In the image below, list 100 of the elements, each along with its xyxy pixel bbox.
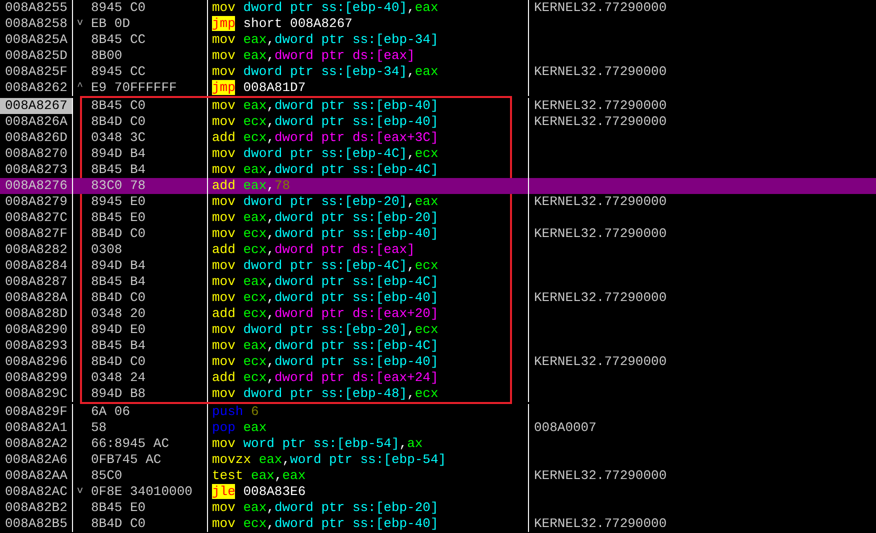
- address-cell: 008A8293: [0, 338, 73, 354]
- opcode-bytes: 8B45 C0: [91, 98, 146, 114]
- disassembly-row[interactable]: 008A82B5 8B4D C0 mov ecx,dword ptr ss:[ebp-40] KERNEL32.77290000: [0, 516, 876, 532]
- disassembly-row[interactable]: 008A82A1 58 pop eax 008A0007: [0, 420, 876, 436]
- disassembly-row[interactable]: 008A8293 8B45 B4 mov eax,dword ptr ss:[ebp-4C]: [0, 338, 876, 354]
- instruction-text: add ecx,dword ptr ds:[eax+3C]: [212, 130, 438, 145]
- instruction-text: test eax,eax: [212, 468, 306, 483]
- opcode-bytes: 8B4D C0: [91, 354, 146, 370]
- opcode-bytes: 85C0: [91, 468, 122, 484]
- address-cell: 008A8258: [0, 16, 73, 32]
- disassembly-row[interactable]: 008A825D 8B00 mov eax,dword ptr ds:[eax]: [0, 48, 876, 64]
- disassembly-row[interactable]: 008A82A6 0FB745 AC movzx eax,word ptr ss:[ebp-54]: [0, 452, 876, 468]
- disassembly-row[interactable]: 008A828D 0348 20 add ecx,dword ptr ds:[eax+20]: [0, 306, 876, 322]
- instruction-text: mov dword ptr ss:[ebp-20],ecx: [212, 322, 438, 337]
- address-cell: 008A827F: [0, 226, 73, 242]
- address-cell: 008A829C: [0, 386, 73, 402]
- opcode-bytes: 894D B8: [91, 386, 146, 402]
- comment-text: KERNEL32.77290000: [534, 98, 667, 113]
- opcode-bytes: 6A 06: [91, 404, 130, 420]
- instruction-text: jmp short 008A8267: [212, 16, 352, 31]
- opcode-bytes: 66:8945 AC: [91, 436, 170, 452]
- opcode-bytes: 83C0 78: [91, 178, 146, 194]
- address-cell: 008A825A: [0, 32, 73, 48]
- disassembly-row[interactable]: 008A8279 8945 E0 mov dword ptr ss:[ebp-20],eax KERNEL32.77290000: [0, 194, 876, 210]
- instruction-text: mov dword ptr ss:[ebp-20],eax: [212, 194, 438, 209]
- instruction-text: mov ecx,dword ptr ss:[ebp-40]: [212, 290, 438, 305]
- comment-text: KERNEL32.77290000: [534, 226, 667, 241]
- instruction-text: add ecx,dword ptr ds:[eax+24]: [212, 370, 438, 385]
- instruction-text: mov dword ptr ss:[ebp-48],ecx: [212, 386, 438, 401]
- address-cell: 008A825D: [0, 48, 73, 64]
- disassembly-row[interactable]: 008A8290 894D E0 mov dword ptr ss:[ebp-20],ecx: [0, 322, 876, 338]
- disassembly-row[interactable]: 008A82A2 66:8945 AC mov word ptr ss:[ebp-54],ax: [0, 436, 876, 452]
- instruction-text: jmp 008A81D7: [212, 80, 306, 95]
- address-cell: 008A8276: [0, 178, 73, 194]
- disassembly-row[interactable]: 008A82B2 8B45 E0 mov eax,dword ptr ss:[ebp-20]: [0, 500, 876, 516]
- instruction-text: mov dword ptr ss:[ebp-4C],ecx: [212, 258, 438, 273]
- opcode-bytes: EB 0D: [91, 16, 130, 32]
- disassembly-row[interactable]: 008A826D 0348 3C add ecx,dword ptr ds:[eax+3C]: [0, 130, 876, 146]
- disassembly-row[interactable]: 008A829C 894D B8 mov dword ptr ss:[ebp-48],ecx: [0, 386, 876, 402]
- disassembly-row[interactable]: 008A8258 v EB 0D jmp short 008A8267: [0, 16, 876, 32]
- disassembly-row[interactable]: 008A8284 894D B4 mov dword ptr ss:[ebp-4C],ecx: [0, 258, 876, 274]
- opcode-bytes: 8B45 B4: [91, 274, 146, 290]
- address-cell: 008A826A: [0, 114, 73, 130]
- disassembly-row[interactable]: 008A8270 894D B4 mov dword ptr ss:[ebp-4C],ecx: [0, 146, 876, 162]
- opcode-bytes: 0308: [91, 242, 122, 258]
- branch-mark: ^: [77, 82, 84, 93]
- comment-text: KERNEL32.77290000: [534, 354, 667, 369]
- disassembly-row[interactable]: 008A8282 0308 add ecx,dword ptr ds:[eax]: [0, 242, 876, 258]
- address-cell: 008A8279: [0, 194, 73, 210]
- instruction-text: mov ecx,dword ptr ss:[ebp-40]: [212, 354, 438, 369]
- instruction-text: mov ecx,dword ptr ss:[ebp-40]: [212, 114, 438, 129]
- comment-text: KERNEL32.77290000: [534, 64, 667, 79]
- disassembly-row[interactable]: 008A8267 8B45 C0 mov eax,dword ptr ss:[ebp-40] KERNEL32.77290000: [0, 98, 876, 114]
- disassembly-row[interactable]: 008A826A 8B4D C0 mov ecx,dword ptr ss:[ebp-40] KERNEL32.77290000: [0, 114, 876, 130]
- disassembly-row[interactable]: 008A828A 8B4D C0 mov ecx,dword ptr ss:[ebp-40] KERNEL32.77290000: [0, 290, 876, 306]
- instruction-text: mov dword ptr ss:[ebp-34],eax: [212, 64, 438, 79]
- disassembly-row[interactable]: 008A8296 8B4D C0 mov ecx,dword ptr ss:[ebp-40] KERNEL32.77290000: [0, 354, 876, 370]
- instruction-text: mov eax,dword ptr ss:[ebp-20]: [212, 500, 438, 515]
- instruction-text: mov eax,dword ptr ss:[ebp-4C]: [212, 162, 438, 177]
- opcode-bytes: 8B45 CC: [91, 32, 146, 48]
- comment-text: KERNEL32.77290000: [534, 468, 667, 483]
- address-cell: 008A8282: [0, 242, 73, 258]
- instruction-text: mov eax,dword ptr ss:[ebp-34]: [212, 32, 438, 47]
- disassembly-row[interactable]: 008A8299 0348 24 add ecx,dword ptr ds:[eax+24]: [0, 370, 876, 386]
- opcode-bytes: 58: [91, 420, 107, 436]
- address-cell: 008A8287: [0, 274, 73, 290]
- instruction-text: push 6: [212, 404, 259, 419]
- opcode-bytes: 894D E0: [91, 322, 146, 338]
- opcode-bytes: 8B45 B4: [91, 162, 146, 178]
- disassembly-row[interactable]: 008A829F 6A 06 push 6: [0, 404, 876, 420]
- instruction-text: pop eax: [212, 420, 267, 435]
- comment-text: KERNEL32.77290000: [534, 194, 667, 209]
- instruction-text: mov dword ptr ss:[ebp-4C],ecx: [212, 146, 438, 161]
- address-cell: 008A82A6: [0, 452, 73, 468]
- instruction-text: movzx eax,word ptr ss:[ebp-54]: [212, 452, 446, 467]
- disassembly-row[interactable]: 008A82AC v 0F8E 34010000 jle 008A83E6: [0, 484, 876, 500]
- comment-text: KERNEL32.77290000: [534, 0, 667, 15]
- address-cell: 008A82B2: [0, 500, 73, 516]
- instruction-text: mov word ptr ss:[ebp-54],ax: [212, 436, 423, 451]
- opcode-bytes: 8B4D C0: [91, 516, 146, 532]
- opcode-bytes: 894D B4: [91, 258, 146, 274]
- opcode-bytes: 8B45 E0: [91, 210, 146, 226]
- instruction-text: mov eax,dword ptr ss:[ebp-4C]: [212, 338, 438, 353]
- opcode-bytes: 8B4D C0: [91, 226, 146, 242]
- disassembly-row[interactable]: 008A8262 ^ E9 70FFFFFF jmp 008A81D7: [0, 80, 876, 96]
- opcode-bytes: 8B45 B4: [91, 338, 146, 354]
- instruction-text: mov ecx,dword ptr ss:[ebp-40]: [212, 516, 438, 531]
- disassembly-row[interactable]: 008A825A 8B45 CC mov eax,dword ptr ss:[ebp-34]: [0, 32, 876, 48]
- disassembly-row[interactable]: 008A827C 8B45 E0 mov eax,dword ptr ss:[ebp-20]: [0, 210, 876, 226]
- address-cell: 008A8267: [0, 98, 73, 114]
- instruction-text: mov dword ptr ss:[ebp-40],eax: [212, 0, 438, 15]
- instruction-text: add ecx,dword ptr ds:[eax]: [212, 242, 415, 257]
- disassembly-row[interactable]: 008A8276 83C0 78 add eax,78: [0, 178, 876, 194]
- disassembly-row[interactable]: 008A827F 8B4D C0 mov ecx,dword ptr ss:[ebp-40] KERNEL32.77290000: [0, 226, 876, 242]
- opcode-bytes: 8B45 E0: [91, 500, 146, 516]
- branch-mark: v: [77, 18, 84, 29]
- instruction-text: mov eax,dword ptr ss:[ebp-40]: [212, 98, 438, 113]
- disassembly-row[interactable]: 008A8287 8B45 B4 mov eax,dword ptr ss:[ebp-4C]: [0, 274, 876, 290]
- instruction-text: mov eax,dword ptr ds:[eax]: [212, 48, 415, 63]
- address-cell: 008A827C: [0, 210, 73, 226]
